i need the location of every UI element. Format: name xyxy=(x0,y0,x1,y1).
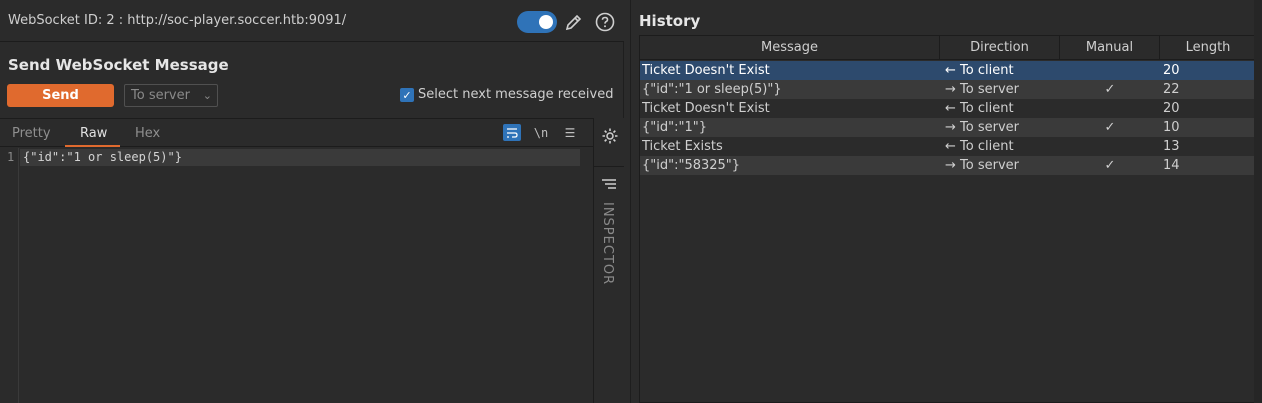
manual-cell xyxy=(1060,99,1160,118)
editor-tabs: Pretty Raw Hex \n ☰ xyxy=(0,118,593,147)
line-gutter: 1 xyxy=(0,148,19,403)
message-cell: {"id":"58325"} xyxy=(642,158,741,173)
table-row[interactable]: {"id":"1"} → To server ✓ 10 xyxy=(640,118,1256,137)
chevron-down-icon: ⌄ xyxy=(202,89,212,102)
table-row[interactable]: Ticket Doesn't Exist ← To client 20 xyxy=(640,61,1256,80)
direction-cell: ← To client xyxy=(945,101,1014,116)
direction-select[interactable]: To server ⌄ xyxy=(124,84,218,107)
inspector-sidebar: INSPECTOR xyxy=(593,118,624,403)
message-cell: Ticket Exists xyxy=(642,139,723,154)
length-cell: 10 xyxy=(1163,120,1180,135)
direction-value: To server xyxy=(131,88,190,103)
length-cell: 20 xyxy=(1163,101,1180,116)
direction-cell: ← To client xyxy=(945,63,1014,78)
wrap-lines-icon[interactable] xyxy=(503,124,521,141)
select-next-checkbox[interactable]: ✓ xyxy=(400,88,414,102)
direction-cell: → To server xyxy=(945,82,1019,97)
request-panel: WebSocket ID: 2 : http://soc-player.socc… xyxy=(0,0,624,403)
column-header-length[interactable]: Length xyxy=(1160,36,1256,60)
editor-content[interactable]: {"id":"1 or sleep(5)"} xyxy=(23,150,182,164)
edit-icon[interactable] xyxy=(563,11,585,33)
manual-cell xyxy=(1060,137,1160,156)
direction-cell: → To server xyxy=(945,158,1019,173)
newline-toggle[interactable]: \n xyxy=(532,124,550,141)
length-cell: 13 xyxy=(1163,139,1180,154)
length-cell: 22 xyxy=(1163,82,1180,97)
manual-cell xyxy=(1060,61,1160,80)
direction-cell: → To server xyxy=(945,120,1019,135)
history-table: Message Direction Manual Length Ticket D… xyxy=(639,35,1256,403)
menu-icon[interactable]: ☰ xyxy=(561,124,579,141)
manual-cell: ✓ xyxy=(1104,82,1116,97)
line-number: 1 xyxy=(7,150,15,164)
length-cell: 14 xyxy=(1163,158,1180,173)
message-cell: {"id":"1 or sleep(5)"} xyxy=(642,82,782,97)
active-tab-indicator xyxy=(65,145,120,147)
intercept-toggle[interactable] xyxy=(517,11,557,33)
table-header: Message Direction Manual Length xyxy=(640,36,1256,60)
send-button[interactable]: Send xyxy=(7,84,114,107)
align-lines-icon[interactable] xyxy=(593,166,624,200)
inspector-tab[interactable]: INSPECTOR xyxy=(600,202,615,285)
column-header-manual[interactable]: Manual xyxy=(1060,36,1160,60)
column-header-direction[interactable]: Direction xyxy=(940,36,1060,60)
tab-hex[interactable]: Hex xyxy=(135,126,160,141)
toggle-knob xyxy=(539,15,553,29)
table-row[interactable]: {"id":"1 or sleep(5)"} → To server ✓ 22 xyxy=(640,80,1256,99)
manual-cell: ✓ xyxy=(1104,120,1116,135)
message-cell: Ticket Doesn't Exist xyxy=(642,63,770,78)
tab-pretty[interactable]: Pretty xyxy=(12,126,51,141)
history-panel: History Message Direction Manual Length … xyxy=(630,0,1262,403)
history-title: History xyxy=(639,12,701,30)
column-header-message[interactable]: Message xyxy=(640,36,940,60)
tab-raw[interactable]: Raw xyxy=(80,126,107,141)
panel-title: Send WebSocket Message xyxy=(8,56,229,74)
message-editor[interactable]: 1 {"id":"1 or sleep(5)"} xyxy=(0,148,593,403)
length-cell: 20 xyxy=(1163,63,1180,78)
help-icon[interactable] xyxy=(594,11,616,33)
gear-icon[interactable] xyxy=(599,125,621,147)
message-cell: {"id":"1"} xyxy=(642,120,707,135)
scrollbar[interactable] xyxy=(1254,0,1262,403)
table-row[interactable]: Ticket Doesn't Exist ← To client 20 xyxy=(640,99,1256,118)
websocket-id-label: WebSocket ID: 2 : http://soc-player.socc… xyxy=(8,13,347,28)
table-row[interactable]: {"id":"58325"} → To server ✓ 14 xyxy=(640,156,1256,175)
websocket-header: WebSocket ID: 2 : http://soc-player.socc… xyxy=(0,0,624,42)
direction-cell: ← To client xyxy=(945,139,1014,154)
table-row[interactable]: Ticket Exists ← To client 13 xyxy=(640,137,1256,156)
message-cell: Ticket Doesn't Exist xyxy=(642,101,770,116)
manual-cell: ✓ xyxy=(1104,158,1116,173)
select-next-label: Select next message received xyxy=(418,87,614,102)
